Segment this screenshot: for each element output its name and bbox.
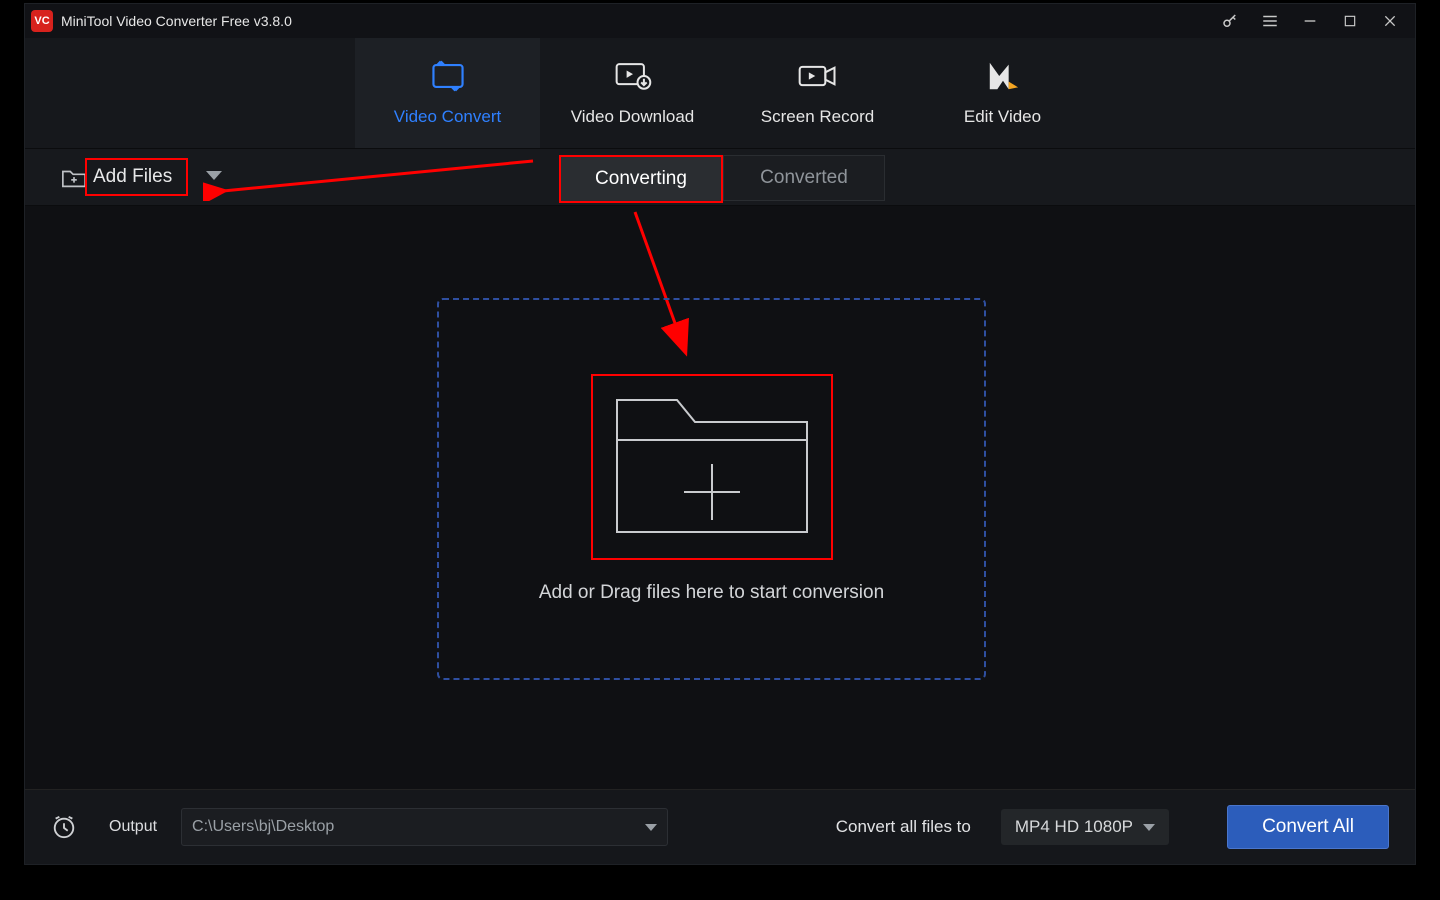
main-nav: Video Convert Video Download Screen Reco… — [25, 38, 1415, 149]
key-icon[interactable] — [1221, 12, 1239, 30]
clock-icon[interactable] — [51, 814, 77, 840]
chevron-down-icon — [645, 822, 657, 832]
download-icon — [613, 59, 653, 93]
record-icon — [796, 59, 840, 93]
add-folder-target[interactable] — [591, 374, 833, 560]
chevron-down-icon — [1143, 822, 1155, 832]
titlebar: VC MiniTool Video Converter Free v3.8.0 — [25, 4, 1415, 38]
sub-tabs: Converting Converted — [559, 149, 885, 205]
bottom-bar: Output C:\Users\bj\Desktop Convert all f… — [25, 789, 1415, 864]
nav-label: Edit Video — [964, 107, 1041, 127]
convert-icon — [428, 59, 468, 93]
output-format-value: MP4 HD 1080P — [1015, 817, 1133, 837]
window-controls — [1221, 12, 1409, 30]
drop-zone[interactable]: Add or Drag files here to start conversi… — [437, 298, 986, 680]
output-path-select[interactable]: C:\Users\bj\Desktop — [181, 808, 668, 846]
tab-video-convert[interactable]: Video Convert — [355, 38, 540, 148]
tab-video-download[interactable]: Video Download — [540, 38, 725, 148]
convert-all-label: Convert all files to — [836, 817, 971, 837]
edit-video-icon — [986, 59, 1020, 93]
minimize-icon[interactable] — [1301, 12, 1319, 30]
tab-converted[interactable]: Converted — [723, 155, 885, 201]
toolbar: Add Files Converting Converted — [25, 149, 1415, 206]
nav-label: Screen Record — [761, 107, 874, 127]
folder-add-icon — [607, 382, 817, 552]
tab-screen-record[interactable]: Screen Record — [725, 38, 910, 148]
output-path-value: C:\Users\bj\Desktop — [192, 818, 334, 836]
nav-label: Video Download — [571, 107, 695, 127]
content-area: Add or Drag files here to start conversi… — [25, 206, 1415, 776]
annotation-arrow-icon — [203, 153, 543, 201]
window-title: MiniTool Video Converter Free v3.8.0 — [61, 13, 292, 29]
add-files-button[interactable]: Add Files — [85, 158, 188, 196]
add-files-area: Add Files — [61, 158, 222, 196]
convert-all-button-label: Convert All — [1262, 816, 1354, 838]
output-format-select[interactable]: MP4 HD 1080P — [1001, 809, 1169, 845]
tab-label: Converted — [760, 167, 848, 189]
maximize-icon[interactable] — [1341, 12, 1359, 30]
nav-label: Video Convert — [394, 107, 501, 127]
tab-label: Converting — [595, 168, 687, 190]
app-window: VC MiniTool Video Converter Free v3.8.0 — [24, 3, 1416, 865]
close-icon[interactable] — [1381, 12, 1399, 30]
drop-zone-text: Add or Drag files here to start conversi… — [539, 582, 884, 604]
tab-converting[interactable]: Converting — [559, 155, 723, 203]
output-label: Output — [109, 818, 157, 836]
folder-plus-icon[interactable] — [61, 166, 85, 188]
hamburger-menu-icon[interactable] — [1261, 12, 1279, 30]
chevron-down-icon[interactable] — [206, 169, 222, 185]
app-logo-icon: VC — [31, 10, 53, 32]
convert-all-button[interactable]: Convert All — [1227, 805, 1389, 849]
tab-edit-video[interactable]: Edit Video — [910, 38, 1095, 148]
add-files-label: Add Files — [93, 166, 172, 188]
